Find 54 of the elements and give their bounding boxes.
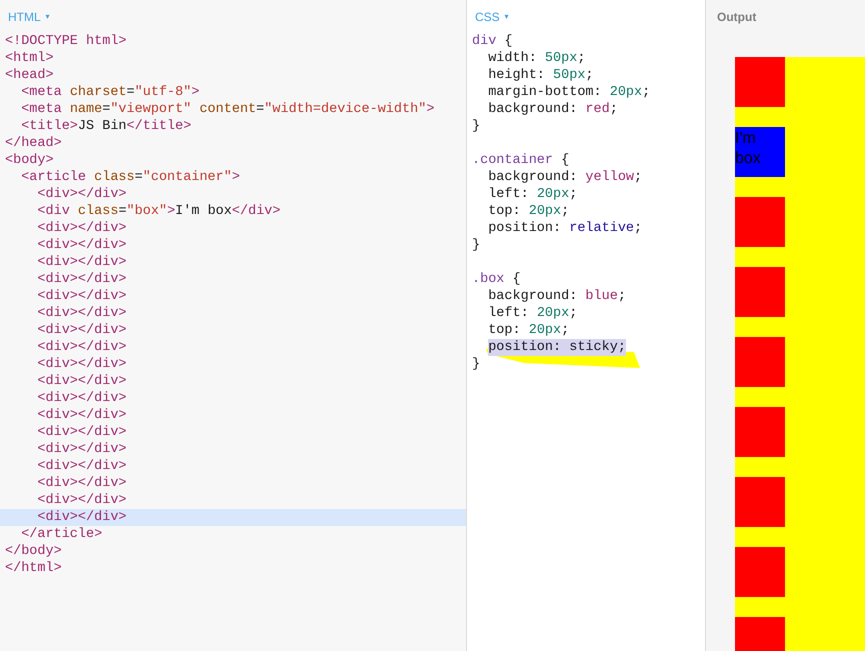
code-line: <head>: [4, 67, 55, 84]
dropdown-caret-icon[interactable]: ▾: [46, 12, 50, 21]
code-line: top: 20px;: [487, 322, 570, 339]
code-line: </article>: [20, 526, 104, 543]
code-line: <title>JS Bin</title>: [20, 118, 192, 135]
code-line: </head>: [4, 135, 63, 152]
code-line: background: red;: [487, 101, 618, 118]
code-line: <!DOCTYPE html>: [4, 33, 128, 50]
code-line: <div></div>: [36, 186, 128, 203]
text-box: I'm box: [735, 127, 785, 177]
code-line: }: [471, 237, 482, 254]
code-line: margin-bottom: 20px;: [487, 84, 650, 101]
code-line: .container {: [471, 152, 570, 169]
panel-tab[interactable]: HTML: [8, 10, 41, 24]
code-line: left: 20px;: [487, 186, 578, 203]
code-line: <html>: [4, 50, 55, 67]
code-line: <div></div>: [36, 237, 128, 254]
code-line: <div></div>: [36, 373, 128, 390]
code-line: }: [471, 356, 482, 373]
code-line: }: [471, 118, 482, 135]
code-line: <article class="container">: [20, 169, 241, 186]
code-line: background: blue;: [487, 288, 626, 305]
code-line: <div></div>: [36, 441, 128, 458]
code-line: <div></div>: [36, 356, 128, 373]
code-line: </html>: [4, 560, 63, 577]
code-line: <div></div>: [36, 271, 128, 288]
code-line: <div></div>: [36, 424, 128, 441]
code-line: <div></div>: [36, 305, 128, 322]
code-line: div {: [471, 33, 513, 50]
code-line: position: relative;: [487, 220, 642, 237]
code-line: top: 20px;: [487, 203, 570, 220]
code-line: </body>: [4, 543, 63, 560]
panel-title: Output: [716, 10, 756, 24]
code-line: <div></div>: [36, 458, 128, 475]
code-line: <div></div>: [36, 322, 128, 339]
code-line: <div></div>: [36, 492, 128, 509]
code-line: <div></div>: [36, 390, 128, 407]
code-line: <meta name="viewport" content="width=device-width">: [20, 101, 436, 118]
code-line: <meta charset="utf-8">: [20, 84, 200, 101]
code-line: left: 20px;: [487, 305, 578, 322]
code-line: <div></div>: [36, 339, 128, 356]
code-line: width: 50px;: [487, 50, 586, 67]
code-line: <div class="box">I'm box</div>: [36, 203, 282, 220]
code-line: <body>: [4, 152, 55, 169]
code-line: <div></div>: [36, 288, 128, 305]
code-line: .box {: [471, 271, 521, 288]
panel-tab[interactable]: CSS: [475, 10, 500, 24]
code-line: <div></div>: [36, 407, 128, 424]
code-line: <div></div>: [36, 475, 128, 492]
dropdown-caret-icon[interactable]: ▾: [504, 12, 509, 21]
code-line: <div></div>: [36, 254, 128, 271]
code-line: height: 50px;: [487, 67, 594, 84]
code-line: background: yellow;: [487, 169, 642, 186]
code-line: <div></div>: [36, 220, 128, 237]
